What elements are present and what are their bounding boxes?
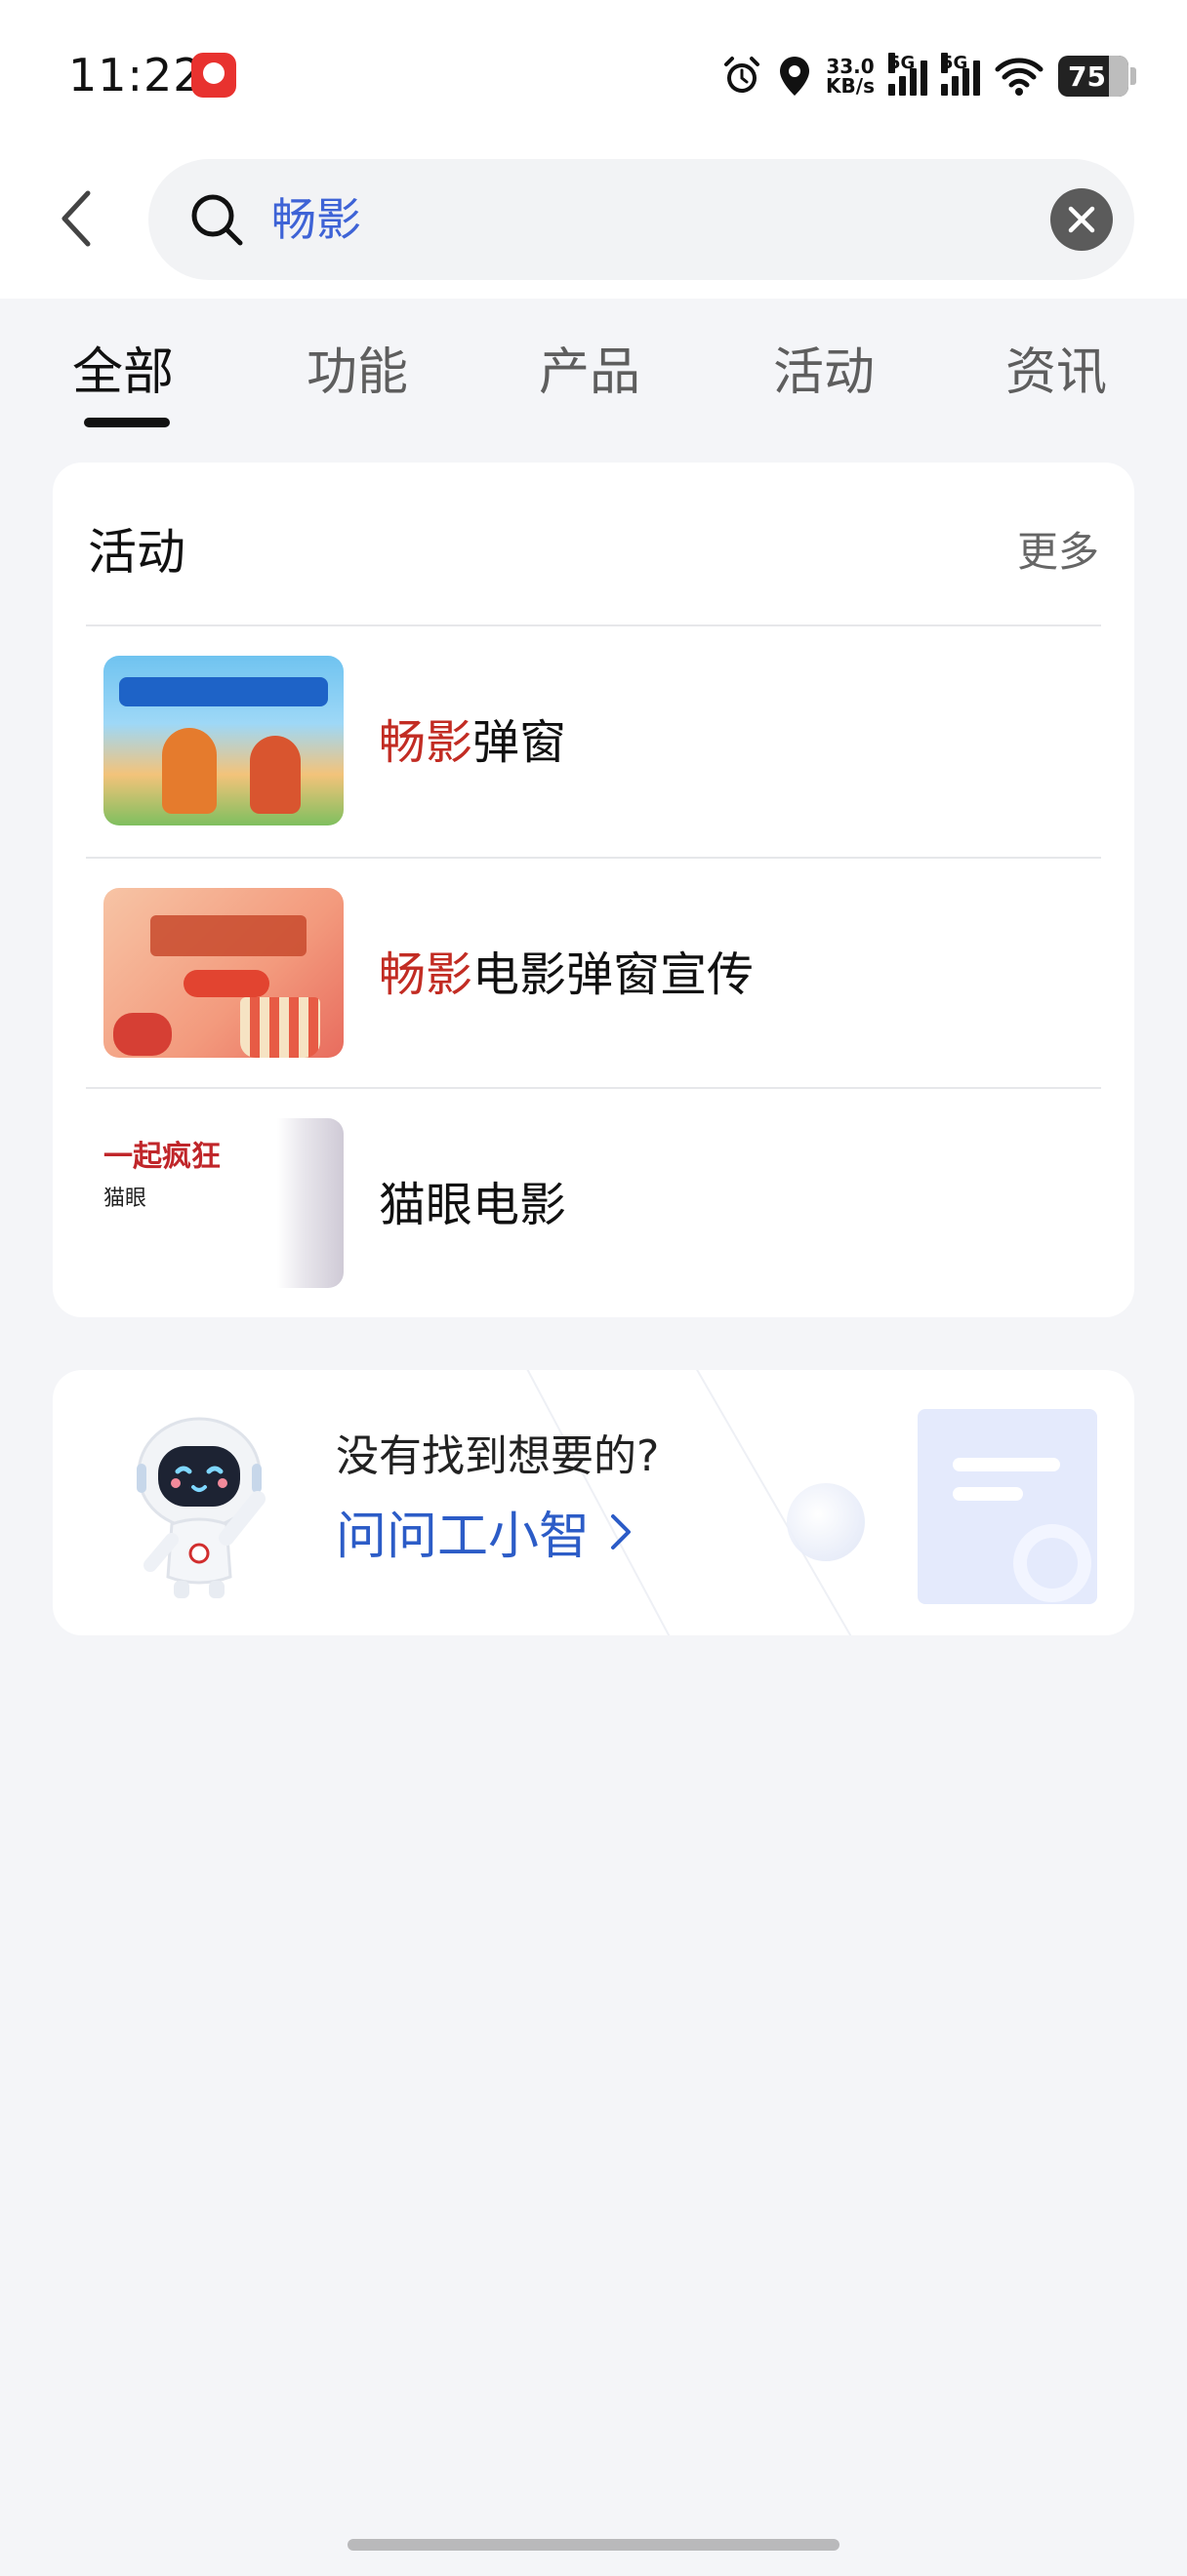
clear-icon xyxy=(1068,206,1095,233)
activity-item[interactable]: 畅影电影弹窗宣传 xyxy=(86,859,1101,1089)
search-bar[interactable]: 畅影 xyxy=(148,159,1134,280)
activity-title: 猫眼电影 xyxy=(379,1173,566,1237)
title-highlight: 畅影 xyxy=(379,715,473,770)
robot-mascot-icon xyxy=(137,1417,266,1598)
more-link[interactable]: 更多 xyxy=(1017,519,1099,579)
tab-product[interactable]: 产品 xyxy=(539,332,640,414)
tab-news[interactable]: 资讯 xyxy=(1005,332,1107,414)
net-speed-value: 33.0 xyxy=(826,55,875,78)
activity-item[interactable]: 一起疯狂 猫眼 猫眼电影 xyxy=(86,1089,1101,1319)
wifi-icon xyxy=(995,58,1044,96)
clear-search-button[interactable] xyxy=(1050,188,1113,251)
search-input[interactable]: 畅影 xyxy=(271,188,361,251)
section-title: 活动 xyxy=(88,524,185,581)
back-button[interactable] xyxy=(47,181,105,256)
status-icons: 33.0 KB/s 5G 5G 75 xyxy=(720,51,1136,101)
activity-thumbnail xyxy=(103,888,344,1058)
active-tab-indicator xyxy=(84,418,170,427)
tab-all[interactable]: 全部 xyxy=(72,332,174,414)
thumb-subtitle: 猫眼 xyxy=(103,1187,147,1211)
activity-title: 畅影电影弹窗宣传 xyxy=(379,943,754,1007)
activity-thumbnail: 一起疯狂 猫眼 xyxy=(103,1118,344,1288)
tab-function[interactable]: 功能 xyxy=(307,332,408,414)
status-time: 11:22 xyxy=(68,49,203,101)
tab-activity[interactable]: 活动 xyxy=(773,332,875,414)
net-speed: 33.0 KB/s xyxy=(826,57,875,96)
back-chevron-icon xyxy=(61,190,91,247)
notification-app-icon xyxy=(191,53,236,98)
cellular-signal-1: 5G xyxy=(888,53,927,96)
assistant-card[interactable]: 没有找到想要的? 问问工小智 xyxy=(53,1370,1134,1635)
title-highlight: 畅影 xyxy=(379,947,473,1002)
assistant-question: 没有找到想要的? xyxy=(336,1431,660,1481)
document-search-icon xyxy=(918,1409,1097,1604)
title-rest: 猫眼电影 xyxy=(379,1178,567,1232)
ask-assistant-label: 问问工小智 xyxy=(336,1508,591,1566)
category-tabs: 全部 功能 产品 活动 资讯 xyxy=(0,332,1187,439)
cellular-signal-2: 5G xyxy=(941,53,980,96)
activity-item[interactable]: 畅影弹窗 xyxy=(86,626,1101,857)
net-speed-unit: KB/s xyxy=(826,74,875,98)
chevron-right-icon xyxy=(611,1513,632,1550)
activity-title: 畅影弹窗 xyxy=(379,710,566,775)
signal2-label: 5G xyxy=(941,53,968,73)
home-indicator[interactable] xyxy=(348,2539,839,2551)
battery-indicator: 75 xyxy=(1058,56,1136,97)
activity-card: 活动 更多 畅影弹窗 畅影电影弹窗宣传 一起疯狂 猫眼 猫眼电影 xyxy=(53,463,1134,1317)
alarm-icon xyxy=(724,57,760,93)
location-icon xyxy=(780,57,810,96)
battery-level: 75 xyxy=(1068,60,1106,93)
title-rest: 电影弹窗宣传 xyxy=(472,947,755,1002)
ask-assistant-link[interactable]: 问问工小智 xyxy=(336,1495,633,1568)
title-rest: 弹窗 xyxy=(472,715,567,770)
status-bar: 11:22 33.0 KB/s 5G 5G 75 xyxy=(0,0,1187,146)
thumb-title: 一起疯狂 xyxy=(103,1140,221,1174)
search-icon xyxy=(191,194,243,246)
activity-thumbnail xyxy=(103,656,344,825)
signal1-label: 5G xyxy=(888,53,916,73)
